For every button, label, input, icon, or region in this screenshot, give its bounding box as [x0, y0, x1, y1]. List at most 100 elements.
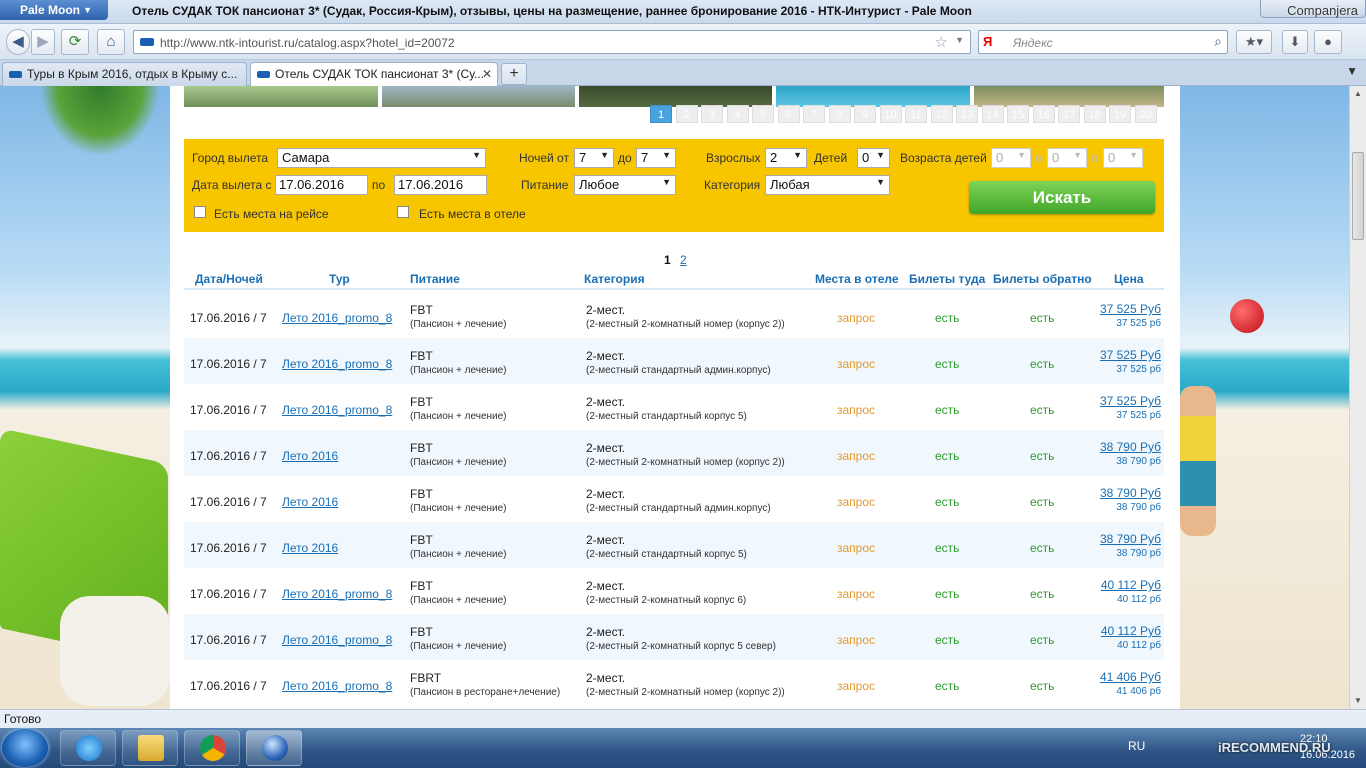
- internet-explorer-taskbar-button[interactable]: [60, 730, 116, 766]
- new-tab-button[interactable]: +: [501, 63, 527, 85]
- home-button[interactable]: ⌂: [97, 29, 125, 55]
- row-tour-link[interactable]: Лето 2016_promo_8: [282, 403, 392, 417]
- pale-moon-taskbar-button[interactable]: [246, 730, 302, 766]
- row-price-link[interactable]: 37 525 Руб: [1100, 348, 1161, 362]
- gallery-page-button[interactable]: 9: [854, 105, 876, 123]
- date-to-input[interactable]: 17.06.2016: [394, 175, 487, 195]
- scroll-up-icon[interactable]: ▲: [1350, 86, 1366, 102]
- row-hotel-seats: запрос: [837, 587, 876, 601]
- tab-list-icon[interactable]: ▼: [1346, 64, 1358, 78]
- children-select[interactable]: 0 ▼: [857, 148, 890, 168]
- forward-button[interactable]: ▶: [31, 29, 55, 55]
- gallery-page-button[interactable]: 13: [956, 105, 978, 123]
- gallery-page-button[interactable]: 7: [803, 105, 825, 123]
- row-tour-link[interactable]: Лето 2016: [282, 449, 338, 463]
- reload-button[interactable]: ⟳: [61, 29, 89, 55]
- search-button[interactable]: Искать: [969, 181, 1155, 214]
- flight-seats-checkbox[interactable]: [194, 206, 206, 218]
- row-meal-desc: (Пансион в ресторане+лечение): [410, 687, 561, 698]
- row-meal: FBT: [410, 349, 433, 363]
- search-icon[interactable]: ⌕: [1214, 33, 1222, 50]
- gallery-page-button[interactable]: 2: [675, 105, 698, 123]
- nights-from-select[interactable]: 7 ▼: [574, 148, 614, 168]
- row-tour-link[interactable]: Лето 2016: [282, 495, 338, 509]
- row-price-link[interactable]: 38 790 Руб: [1100, 532, 1161, 546]
- category-select[interactable]: Любая ▼: [765, 175, 890, 195]
- row-tour-link[interactable]: Лето 2016: [282, 541, 338, 555]
- gallery-page-button[interactable]: 16: [1032, 105, 1055, 123]
- hotel-photo[interactable]: [382, 86, 575, 107]
- gallery-page-button[interactable]: 17: [1058, 105, 1080, 123]
- search-bar[interactable]: Я Яндекс ⌕: [978, 30, 1228, 54]
- start-button[interactable]: [2, 729, 48, 767]
- close-icon[interactable]: ✕: [482, 67, 492, 81]
- address-bar[interactable]: http://www.ntk-intourist.ru/catalog.aspx…: [133, 30, 971, 54]
- addon-icon[interactable]: ●: [1314, 30, 1342, 54]
- gallery-page-button[interactable]: 3: [701, 105, 723, 123]
- gallery-page-button[interactable]: 6: [777, 105, 800, 123]
- departure-city-label: Город вылета: [192, 151, 269, 165]
- gallery-page-button[interactable]: 18: [1083, 105, 1106, 123]
- gallery-page-button[interactable]: 1: [650, 105, 672, 123]
- departure-city-select[interactable]: Самара ▼: [277, 148, 486, 168]
- tab-hotel-sudak[interactable]: Отель СУДАК ТОК пансионат 3* (Су... ✕: [250, 62, 498, 86]
- gallery-page-button[interactable]: 19: [1109, 105, 1131, 123]
- tab-crimea-tours[interactable]: Туры в Крым 2016, отдых в Крыму с...: [2, 62, 247, 86]
- back-button[interactable]: ◀: [6, 29, 30, 55]
- row-hotel-seats: запрос: [837, 541, 876, 555]
- row-price-link[interactable]: 38 790 Руб: [1100, 486, 1161, 500]
- bookmark-star-icon[interactable]: ☆: [935, 33, 948, 51]
- gallery-page-button[interactable]: 8: [828, 105, 851, 123]
- row-tour-link[interactable]: Лето 2016_promo_8: [282, 679, 392, 693]
- gallery-page-button[interactable]: 4: [726, 105, 749, 123]
- download-icon[interactable]: ⬇: [1282, 30, 1308, 54]
- hotel-photo[interactable]: [184, 86, 378, 107]
- table-row: 17.06.2016 / 7 Лето 2016_promo_8 FBT (Панси…: [184, 384, 1164, 430]
- gallery-page-button[interactable]: 11: [905, 105, 927, 123]
- hotel-photo[interactable]: [579, 86, 772, 107]
- history-dropdown-icon[interactable]: ▼: [955, 35, 964, 45]
- row-price-link[interactable]: 41 406 Руб: [1100, 670, 1161, 684]
- child-age-3-select[interactable]: 0 ▼: [1103, 148, 1143, 168]
- scroll-down-icon[interactable]: ▼: [1350, 693, 1366, 709]
- hotel-seats-checkbox[interactable]: [397, 206, 409, 218]
- chrome-taskbar-button[interactable]: [184, 730, 240, 766]
- hotel-photo[interactable]: [776, 86, 970, 107]
- explorer-taskbar-button[interactable]: [122, 730, 178, 766]
- row-tour-link[interactable]: Лето 2016_promo_8: [282, 357, 392, 371]
- gallery-page-button[interactable]: 5: [752, 105, 774, 123]
- child-age-2-select[interactable]: 0 ▼: [1047, 148, 1087, 168]
- row-tickets-back: есть: [1030, 679, 1055, 693]
- row-tour-link[interactable]: Лето 2016_promo_8: [282, 633, 392, 647]
- yandex-icon[interactable]: Я: [983, 34, 999, 50]
- language-indicator[interactable]: RU: [1128, 739, 1145, 753]
- child-age-1-select[interactable]: 0 ▼: [991, 148, 1031, 168]
- hotel-photo[interactable]: [974, 86, 1164, 107]
- page-scrollbar[interactable]: ▲ ▼: [1349, 86, 1366, 709]
- row-price-link[interactable]: 40 112 Руб: [1101, 624, 1161, 638]
- row-price-link[interactable]: 38 790 Руб: [1100, 440, 1161, 454]
- gallery-page-button[interactable]: 15: [1007, 105, 1029, 123]
- page-link[interactable]: 2: [680, 253, 687, 267]
- row-tour-link[interactable]: Лето 2016_promo_8: [282, 311, 392, 325]
- gallery-page-button[interactable]: 14: [981, 105, 1004, 123]
- scroll-thumb[interactable]: [1352, 152, 1364, 240]
- nights-to-select[interactable]: 7 ▼: [636, 148, 676, 168]
- row-category: 2-мест.: [586, 671, 626, 685]
- date-from-input[interactable]: 17.06.2016: [275, 175, 368, 195]
- row-price-link[interactable]: 37 525 Руб: [1100, 394, 1161, 408]
- bookmarks-button[interactable]: ★▾: [1236, 30, 1272, 54]
- row-price-sub: 37 525 рб: [1116, 410, 1161, 421]
- row-price-link[interactable]: 40 112 Руб: [1101, 578, 1161, 592]
- adults-select[interactable]: 2 ▼: [765, 148, 807, 168]
- gallery-page-button[interactable]: 20: [1134, 105, 1157, 123]
- gallery-page-button[interactable]: 12: [930, 105, 953, 123]
- row-category: 2-мест.: [586, 579, 626, 593]
- row-price-link[interactable]: 37 525 Руб: [1100, 302, 1161, 316]
- row-tour-link[interactable]: Лето 2016_promo_8: [282, 587, 392, 601]
- row-tickets-back: есть: [1030, 403, 1055, 417]
- gallery-page-button[interactable]: 10: [879, 105, 902, 123]
- app-menu-button[interactable]: Pale Moon ▼: [0, 0, 108, 20]
- meal-select[interactable]: Любое ▼: [574, 175, 676, 195]
- row-hotel-seats: запрос: [837, 495, 876, 509]
